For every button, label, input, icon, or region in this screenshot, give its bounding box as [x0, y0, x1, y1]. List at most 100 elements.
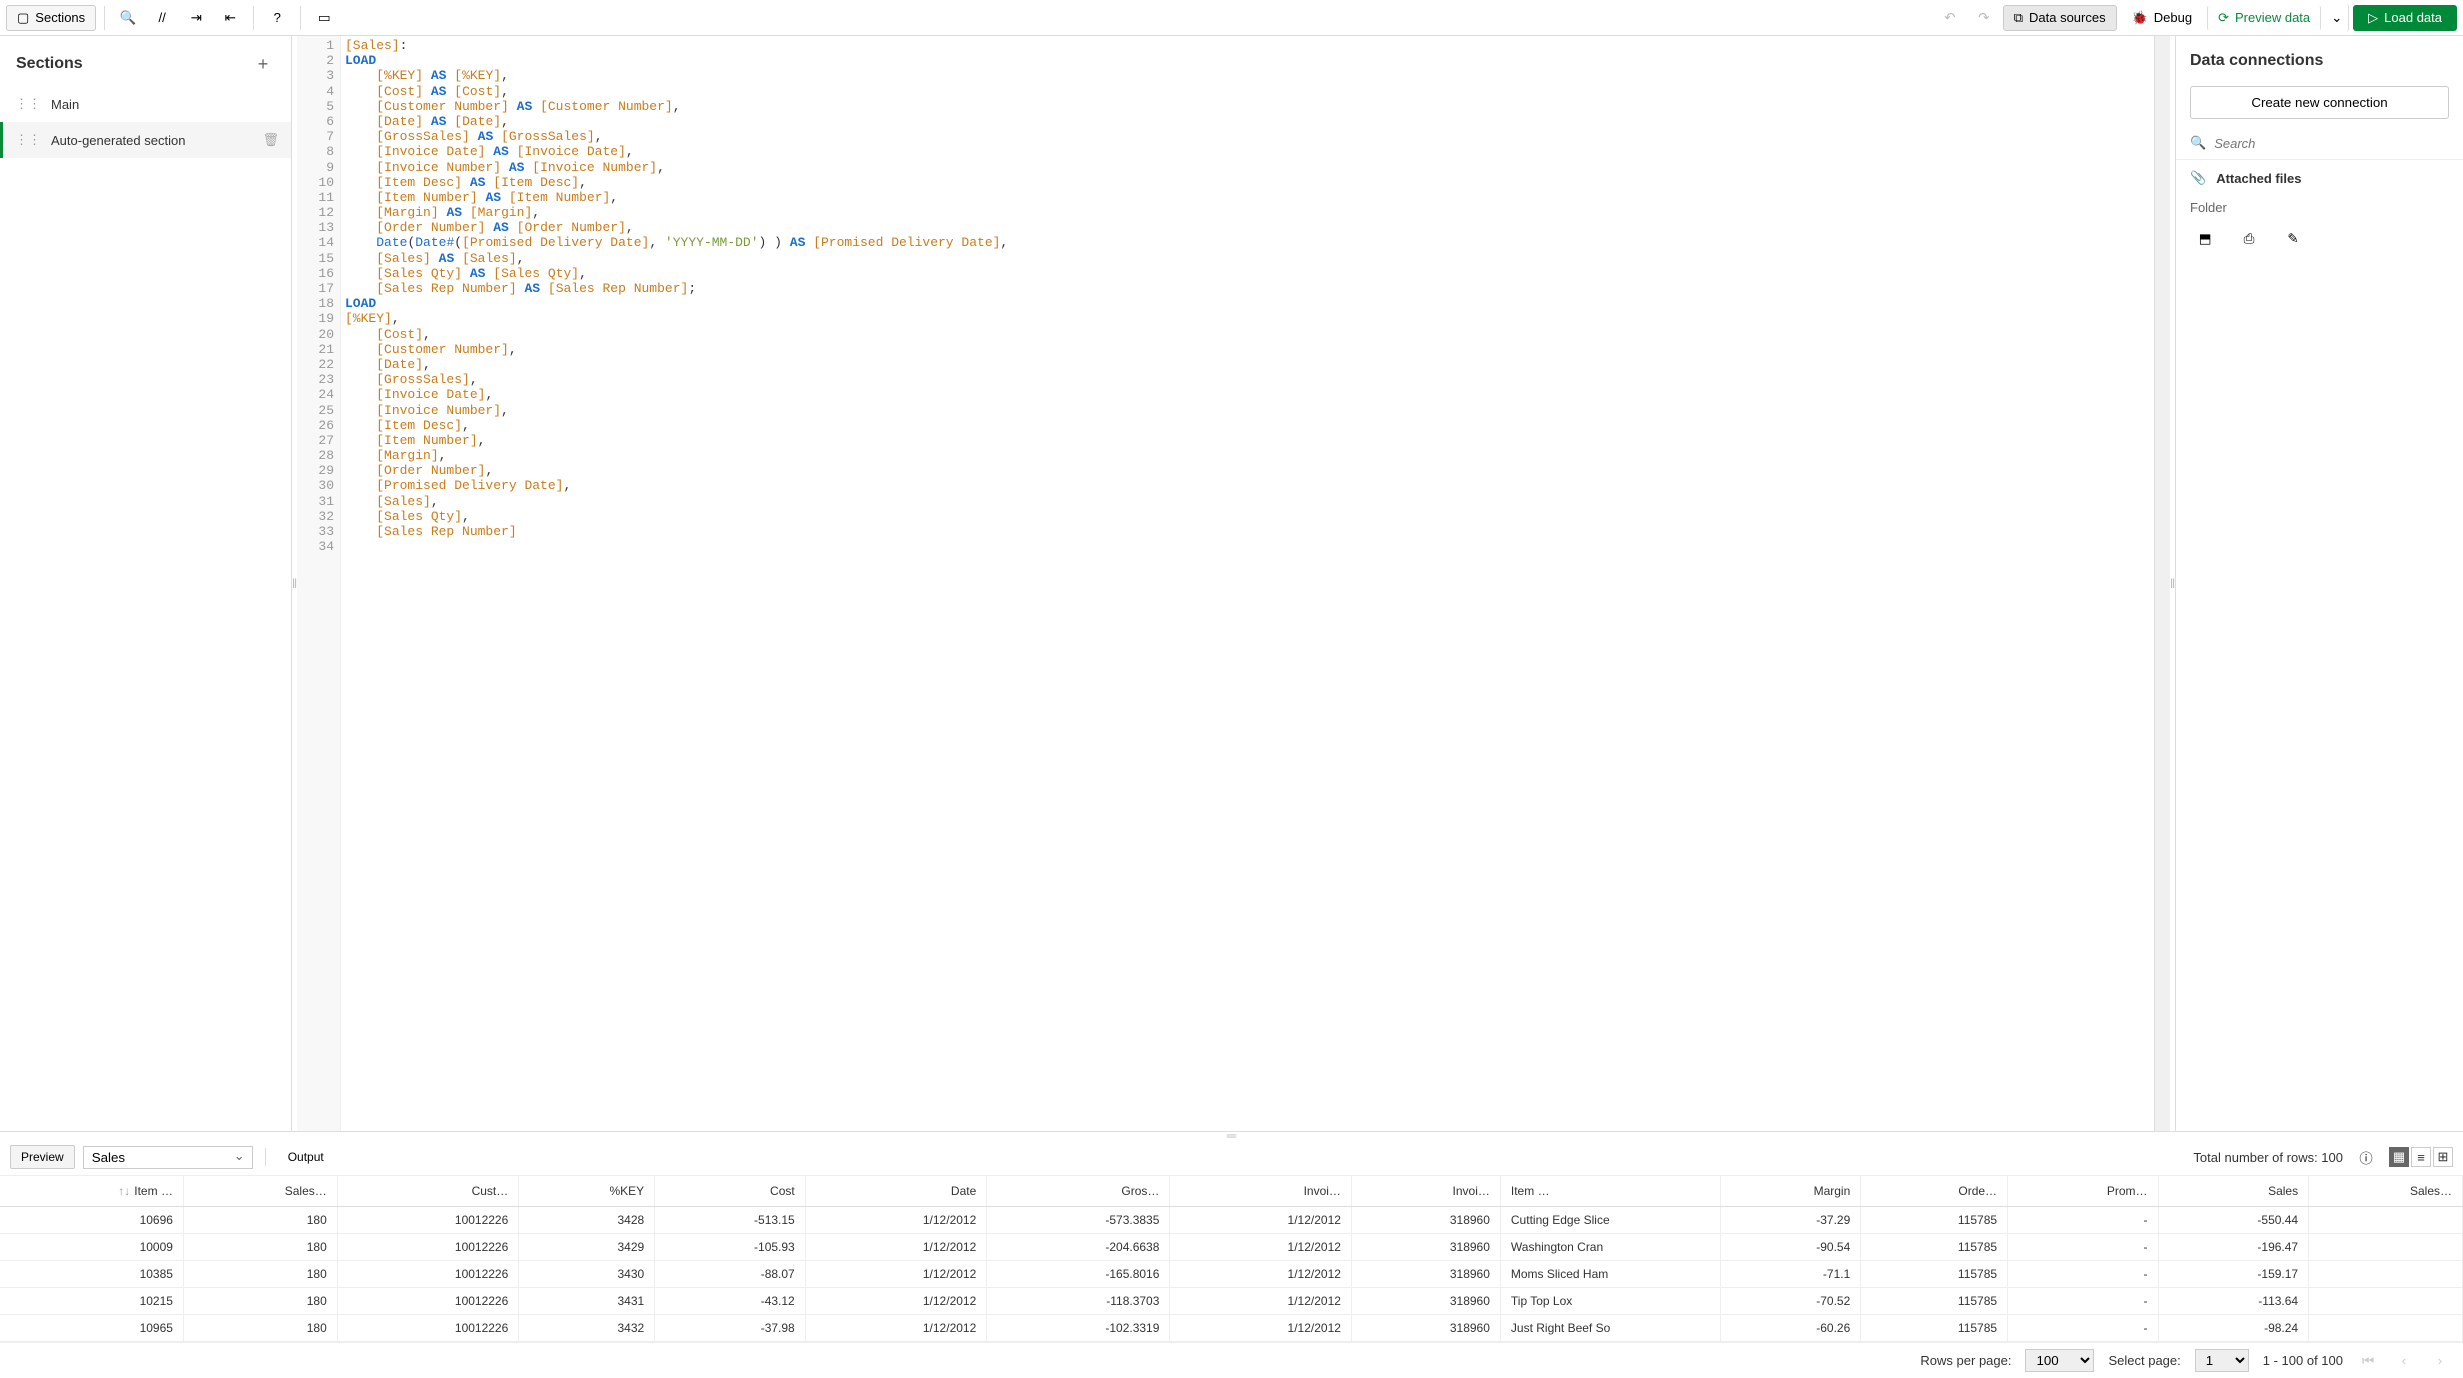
debug-button[interactable]: 🐞 Debug — [2121, 5, 2204, 31]
select-page-label: Select page: — [2108, 1353, 2180, 1368]
sections-title: Sections — [16, 55, 83, 73]
preview-data-button[interactable]: ⟳ Preview data — [2207, 5, 2321, 31]
column-header[interactable]: Item … — [1500, 1176, 1720, 1207]
table-cell: - — [2008, 1234, 2158, 1261]
table-cell: 318960 — [1351, 1315, 1500, 1342]
code-editor[interactable]: 1234567891011121314151617181920212223242… — [297, 36, 2170, 1131]
table-cell — [2309, 1234, 2463, 1261]
table-cell: 3428 — [519, 1207, 655, 1234]
info-button[interactable]: ⓘ — [2351, 1143, 2381, 1171]
column-header[interactable]: Date — [805, 1176, 987, 1207]
first-page-button[interactable]: ⏮ — [2357, 1350, 2379, 1372]
preview-tab[interactable]: Preview — [10, 1145, 75, 1169]
column-header[interactable]: Sales… — [2309, 1176, 2463, 1207]
table-row[interactable]: 10215180100122263431-43.121/12/2012-118.… — [0, 1288, 2463, 1315]
redo-button[interactable]: ↷ — [1969, 4, 1999, 32]
column-header[interactable]: Sales — [2158, 1176, 2309, 1207]
edit-connection-button[interactable]: ✎ — [2278, 225, 2308, 253]
vertical-scrollbar[interactable] — [2154, 36, 2170, 1131]
preview-data-dropdown[interactable]: ⌄ — [2325, 4, 2349, 32]
table-cell: 10965 — [0, 1315, 183, 1342]
section-item[interactable]: ⋮⋮ Main — [0, 86, 291, 122]
column-header[interactable]: Invoi… — [1170, 1176, 1352, 1207]
table-cell — [2309, 1315, 2463, 1342]
horizontal-splitter[interactable]: ═ — [0, 1132, 2463, 1139]
table-cell: 10012226 — [337, 1288, 519, 1315]
column-header[interactable]: Gros… — [987, 1176, 1170, 1207]
create-connection-label: Create new connection — [2251, 95, 2387, 110]
data-sources-label: Data sources — [2029, 10, 2106, 25]
grid-icon: ⊞ — [2438, 1149, 2449, 1165]
prev-page-button[interactable]: ‹ — [2393, 1350, 2415, 1372]
separator — [253, 6, 254, 30]
pagination: Rows per page: 100 Select page: 1 1 - 10… — [0, 1342, 2463, 1378]
section-item[interactable]: ⋮⋮ Auto-generated section 🗑 — [0, 122, 291, 158]
table-cell: -118.3703 — [987, 1288, 1170, 1315]
table-cell: 180 — [183, 1207, 337, 1234]
search-button[interactable]: 🔍 — [113, 4, 143, 32]
table-cell: 180 — [183, 1288, 337, 1315]
delete-section-button[interactable]: 🗑 — [262, 132, 279, 148]
indent-button[interactable]: ⇥ — [181, 4, 211, 32]
column-header[interactable]: Invoi… — [1351, 1176, 1500, 1207]
grid-view-button[interactable]: ⊞ — [2433, 1147, 2453, 1167]
select-data-icon: ⬒ — [2199, 231, 2212, 247]
select-data-button[interactable]: ⬒ — [2190, 225, 2220, 253]
code-content[interactable]: [Sales]:LOAD [%KEY] AS [%KEY], [Cost] AS… — [341, 36, 2154, 1131]
table-cell: -71.1 — [1720, 1261, 1861, 1288]
column-header[interactable]: Orde… — [1861, 1176, 2008, 1207]
table-view-button[interactable]: ▦ — [2389, 1147, 2409, 1167]
preview-data-label: Preview data — [2235, 10, 2310, 25]
column-header[interactable]: ↑↓Item … — [0, 1176, 183, 1207]
next-page-button[interactable]: › — [2429, 1350, 2451, 1372]
output-tab[interactable]: Output — [278, 1146, 334, 1168]
load-data-button[interactable]: ▷ Load data — [2353, 5, 2457, 31]
connections-search-input[interactable] — [2214, 136, 2449, 151]
sections-toggle-button[interactable]: ▢ Sections — [6, 5, 96, 31]
table-cell: 10009 — [0, 1234, 183, 1261]
insert-script-button[interactable]: ⎙ — [2234, 225, 2264, 253]
table-cell: -102.3319 — [987, 1315, 1170, 1342]
help-button[interactable]: ? — [262, 4, 292, 32]
table-cell: -60.26 — [1720, 1315, 1861, 1342]
list-view-button[interactable]: ≡ — [2411, 1147, 2431, 1167]
layout-button[interactable]: ▭ — [309, 4, 339, 32]
section-label: Auto-generated section — [51, 133, 252, 148]
sections-panel: Sections + ⋮⋮ Main ⋮⋮ Auto-generated sec… — [0, 36, 292, 1131]
drag-handle-icon[interactable]: ⋮⋮ — [15, 96, 41, 112]
create-connection-button[interactable]: Create new connection — [2190, 86, 2449, 119]
table-cell: -196.47 — [2158, 1234, 2309, 1261]
add-section-button[interactable]: + — [251, 52, 275, 76]
column-header[interactable]: Margin — [1720, 1176, 1861, 1207]
list-icon: ≡ — [2417, 1150, 2425, 1165]
page-select[interactable]: 1 — [2195, 1349, 2249, 1372]
table-row[interactable]: 10385180100122263430-88.071/12/2012-165.… — [0, 1261, 2463, 1288]
rows-per-page-select[interactable]: 100 — [2025, 1349, 2094, 1372]
table-cell: - — [2008, 1261, 2158, 1288]
table-cell: 10012226 — [337, 1315, 519, 1342]
undo-button[interactable]: ↶ — [1935, 4, 1965, 32]
preview-table-select[interactable]: Sales — [83, 1146, 253, 1169]
table-cell: -98.24 — [2158, 1315, 2309, 1342]
data-sources-button[interactable]: ⧉ Data sources — [2003, 5, 2117, 31]
drag-handle-icon[interactable]: ⋮⋮ — [15, 132, 41, 148]
column-header[interactable]: Cust… — [337, 1176, 519, 1207]
load-data-label: Load data — [2384, 10, 2442, 25]
column-header[interactable]: Sales… — [183, 1176, 337, 1207]
preview-table: ↑↓Item …Sales…Cust…%KEYCostDateGros…Invo… — [0, 1176, 2463, 1342]
plus-icon: + — [258, 54, 269, 74]
outdent-button[interactable]: ⇤ — [215, 4, 245, 32]
column-header[interactable]: Prom… — [2008, 1176, 2158, 1207]
table-cell: -165.8016 — [987, 1261, 1170, 1288]
table-cell: 1/12/2012 — [805, 1261, 987, 1288]
comment-button[interactable]: // — [147, 4, 177, 32]
table-cell: 180 — [183, 1234, 337, 1261]
sort-icon: ↑↓ — [118, 1184, 130, 1198]
table-row[interactable]: 10696180100122263428-513.151/12/2012-573… — [0, 1207, 2463, 1234]
table-row[interactable]: 10965180100122263432-37.981/12/2012-102.… — [0, 1315, 2463, 1342]
column-header[interactable]: %KEY — [519, 1176, 655, 1207]
table-row[interactable]: 10009180100122263429-105.931/12/2012-204… — [0, 1234, 2463, 1261]
table-cell: 3431 — [519, 1288, 655, 1315]
column-header[interactable]: Cost — [655, 1176, 806, 1207]
table-cell: -113.64 — [2158, 1288, 2309, 1315]
